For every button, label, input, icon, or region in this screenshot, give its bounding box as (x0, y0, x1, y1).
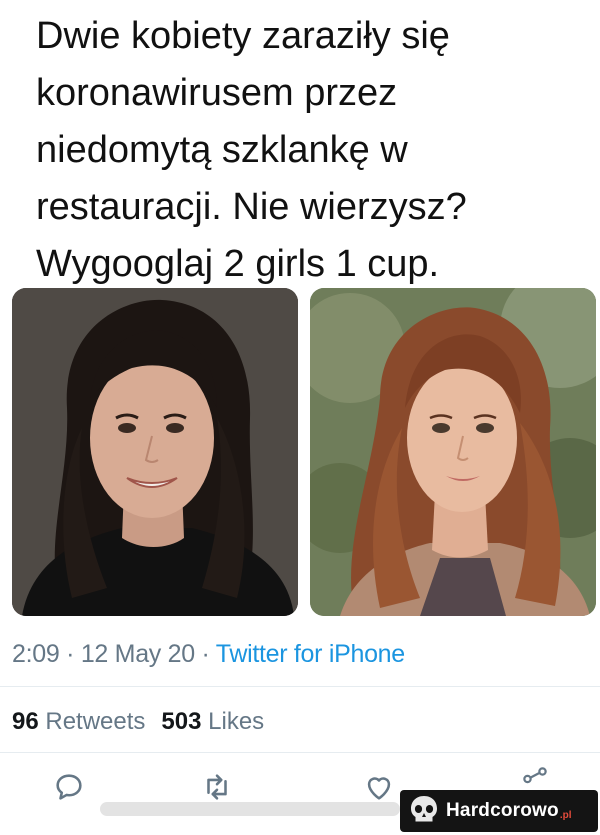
retweets-label: Retweets (45, 708, 146, 735)
meta-separator: · (66, 640, 75, 668)
retweets-count: 96 (12, 708, 39, 735)
auburn-haired-woman-photo[interactable] (310, 288, 596, 616)
likes-count: 503 (161, 708, 202, 735)
tweet-text: Dwie kobiety zaraziły się koronawirusem … (36, 15, 467, 285)
skull-icon (411, 796, 437, 826)
tweet-stats: 96 Retweets 503 Likes (12, 708, 264, 736)
tweet-source-link[interactable]: Twitter for iPhone (216, 640, 405, 668)
watermark-text: Hardcorowo (446, 800, 559, 821)
meta-separator: · (201, 640, 210, 668)
like-icon[interactable] (362, 770, 396, 804)
tweet-meta: 2:09 · 12 May 20 · Twitter for iPhone (12, 640, 405, 669)
tweet-date: 12 May 20 (80, 640, 195, 668)
divider (0, 752, 600, 753)
tweet-time: 2:09 (12, 640, 60, 668)
reply-icon[interactable] (52, 770, 86, 804)
likes-stat[interactable]: 503 Likes (161, 708, 264, 735)
scrollbar[interactable] (100, 802, 400, 816)
tweet-media (12, 288, 596, 616)
likes-label: Likes (208, 708, 265, 735)
watermark-suffix: .pl (559, 809, 572, 821)
dark-haired-woman-photo[interactable] (12, 288, 298, 616)
retweet-icon[interactable] (200, 770, 234, 804)
retweets-stat[interactable]: 96 Retweets (12, 708, 145, 735)
divider (0, 686, 600, 687)
watermark: Hardcorowo .pl (400, 790, 598, 832)
